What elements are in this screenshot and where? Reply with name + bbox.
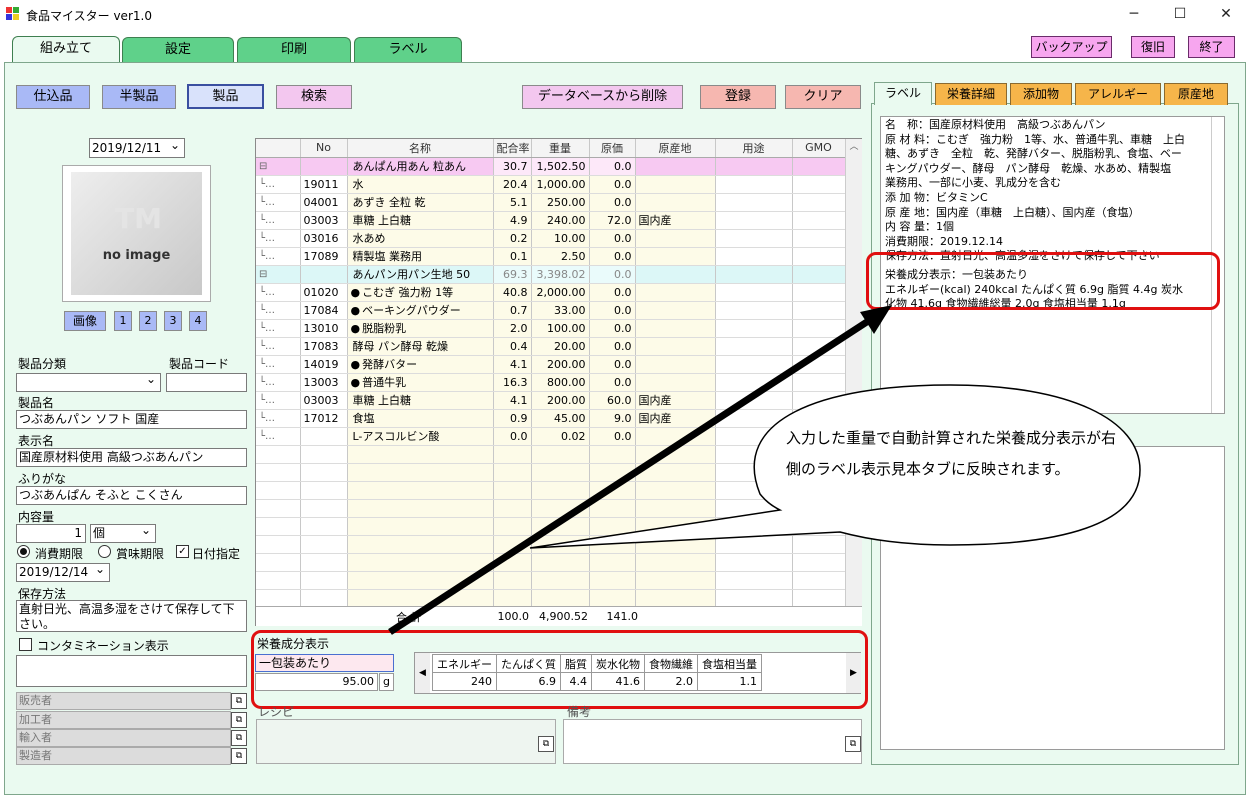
- callout-arrow: [388, 305, 1141, 635]
- callout-text: 入力した重量で自動計算された栄養成分表示が右側のラベル表示見本タブに反映されます…: [786, 429, 1117, 478]
- arrow-head: [860, 305, 892, 334]
